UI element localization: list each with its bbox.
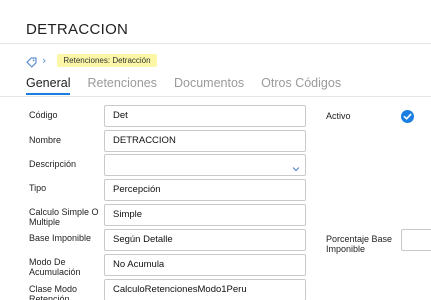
tab-bar: General Retenciones Documentos Otros Cód… [26, 76, 358, 95]
tab-divider [0, 96, 431, 97]
tab-retenciones[interactable]: Retenciones [87, 76, 157, 95]
activo-checkbox[interactable] [401, 110, 414, 123]
calculo-field[interactable]: Simple [104, 204, 306, 226]
tag-icon[interactable] [26, 55, 37, 68]
clase-modo-label: Clase Modo Retención [29, 284, 78, 300]
title-divider [0, 43, 431, 44]
porcentaje-base-field[interactable] [401, 229, 431, 251]
tipo-field[interactable]: Percepción [104, 179, 306, 201]
page-title: DETRACCION [26, 21, 129, 38]
modo-acumulacion-field[interactable]: No Acumula [104, 254, 306, 276]
porcentaje-base-label: Porcentaje Base Imponible [326, 234, 393, 254]
descripcion-label: Descripción [29, 159, 77, 169]
tab-documentos[interactable]: Documentos [174, 76, 244, 95]
codigo-label: Código [29, 110, 58, 120]
tab-general[interactable]: General [26, 76, 71, 95]
clase-modo-field[interactable]: CalculoRetencionesModo1Peru [104, 279, 306, 300]
base-imponible-label: Base Imponible [29, 233, 92, 243]
breadcrumb: › Retenciones: Detracción [26, 53, 157, 68]
modo-acumulacion-label: Modo De Acumulación [29, 257, 81, 277]
codigo-field[interactable]: Det [104, 105, 306, 127]
tab-otros-codigos[interactable]: Otros Códigos [261, 76, 341, 95]
breadcrumb-current[interactable]: Retenciones: Detracción [57, 53, 157, 67]
chevron-right-icon: › [42, 53, 47, 67]
chevron-down-icon[interactable] [292, 161, 300, 172]
nombre-label: Nombre [29, 135, 62, 145]
descripcion-select[interactable] [104, 154, 306, 176]
tipo-label: Tipo [29, 183, 47, 193]
calculo-label: Calculo Simple O Multiple [29, 207, 99, 227]
activo-label: Activo [326, 111, 351, 121]
nombre-field[interactable]: DETRACCION [104, 130, 306, 152]
base-imponible-field[interactable]: Según Detalle [104, 229, 306, 251]
